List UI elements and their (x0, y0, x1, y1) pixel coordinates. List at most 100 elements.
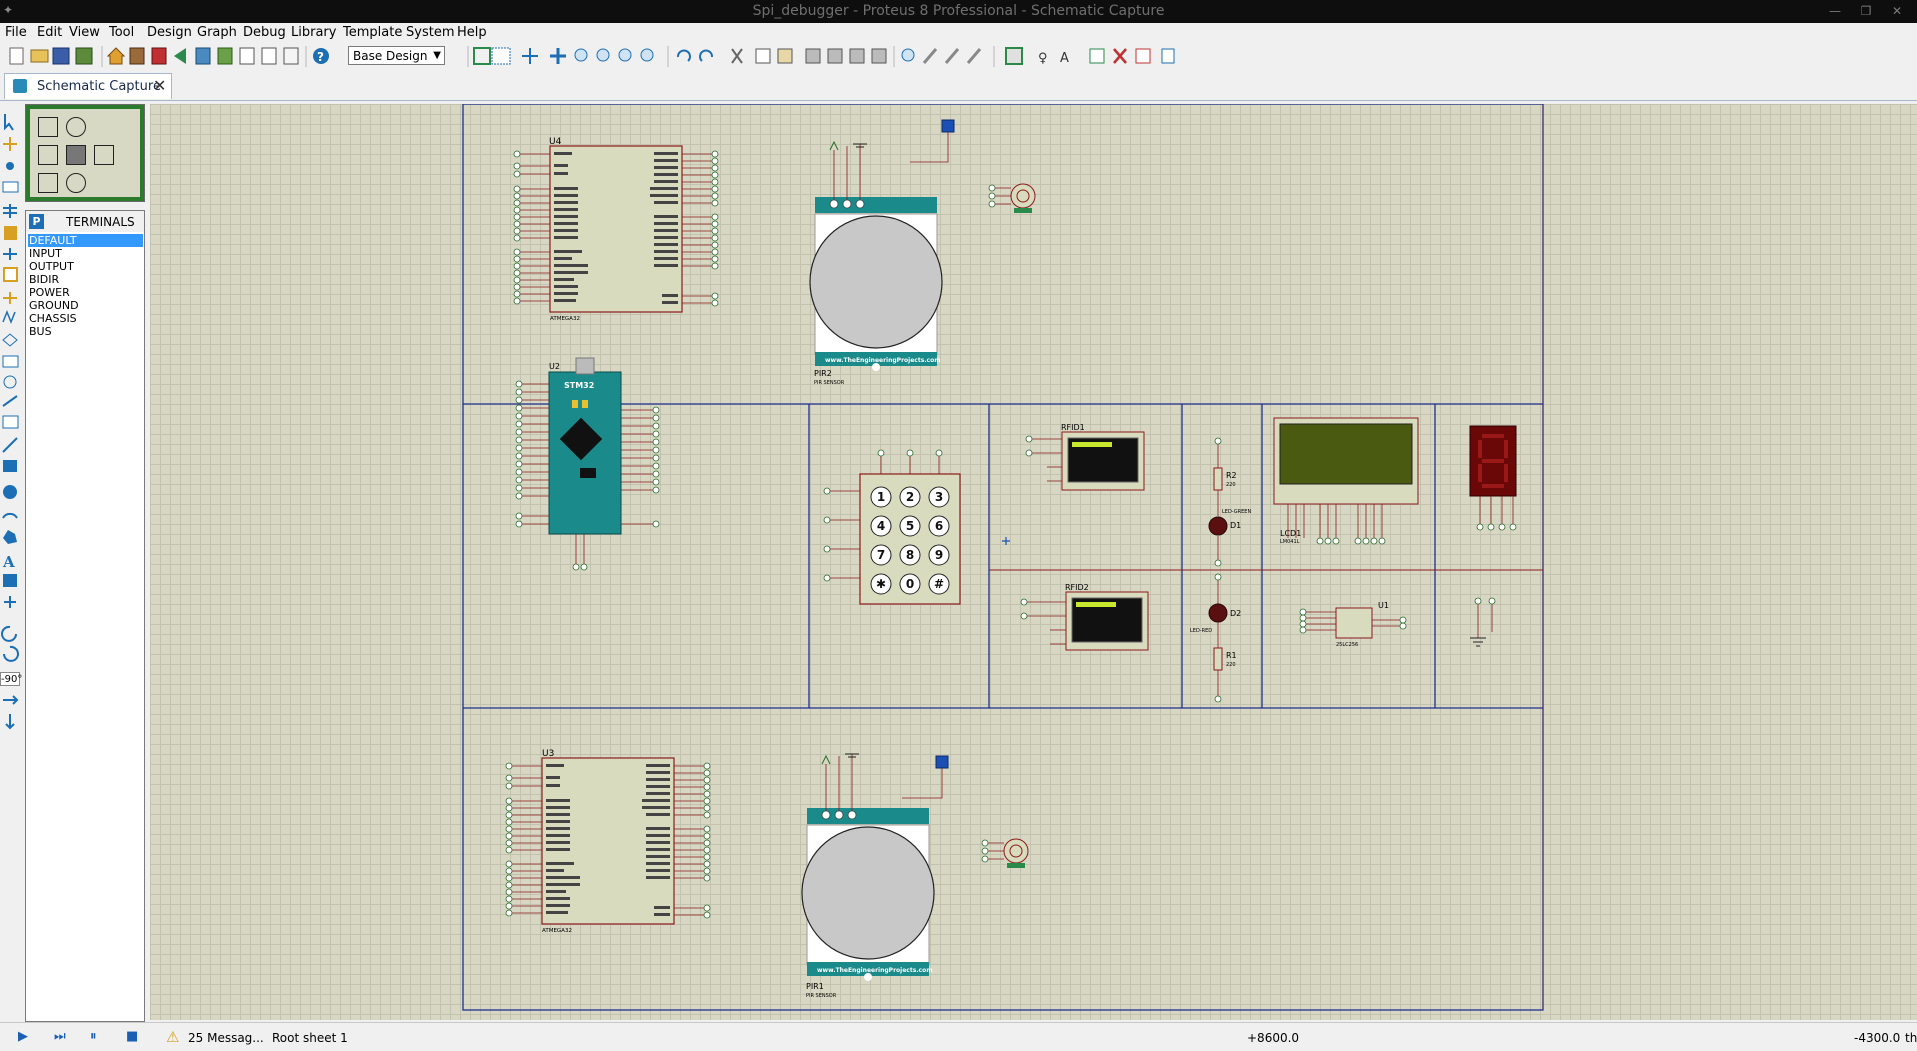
u1-eeprom[interactable]: U1 25LC256 (1299, 601, 1407, 648)
virtual-instrument-icon[interactable] (2, 415, 19, 429)
key-7[interactable]: 7 (877, 548, 885, 562)
zoom-in-icon[interactable] (574, 48, 588, 62)
path-tool-icon[interactable] (3, 530, 17, 544)
new-file-icon[interactable] (9, 47, 24, 65)
text-script-icon[interactable] (3, 204, 17, 218)
menu-library[interactable]: Library (291, 25, 336, 40)
terminal-chassis[interactable]: CHASSIS (28, 312, 143, 325)
seven-segment-display[interactable] (1469, 425, 1517, 531)
buzzer-top[interactable] (988, 183, 1036, 213)
new-sheet-icon[interactable] (1089, 48, 1105, 64)
copy-icon[interactable] (755, 48, 771, 64)
terminal-default[interactable]: DEFAULT (28, 234, 143, 247)
menu-template[interactable]: Template (343, 25, 402, 40)
menu-design[interactable]: Design (147, 25, 192, 40)
property-tool-icon[interactable]: A (1060, 51, 1069, 66)
key-hash[interactable]: # (934, 577, 944, 591)
design-explorer-icon[interactable] (1161, 48, 1175, 64)
menu-system[interactable]: System (406, 25, 454, 40)
back-icon[interactable] (174, 48, 186, 64)
menu-tool[interactable]: Tool (109, 25, 134, 40)
box-tool-icon[interactable] (3, 460, 17, 472)
zoom-out-icon[interactable] (596, 48, 610, 62)
rotation-angle-field[interactable]: -90° (0, 672, 22, 686)
menu-edit[interactable]: Edit (37, 25, 62, 40)
design-variant-select[interactable]: Base Design ▼ (348, 46, 445, 65)
key-9[interactable]: 9 (935, 548, 943, 562)
run-simulation-icon[interactable]: ▶ (18, 1029, 32, 1044)
schematic-icon[interactable] (129, 47, 145, 65)
cut-icon[interactable] (731, 48, 743, 64)
menu-debug[interactable]: Debug (243, 25, 286, 40)
d2-r1-led-red[interactable]: D2 LED-RED R1 220 (1190, 573, 1241, 703)
terminal-ground[interactable]: GROUND (28, 299, 143, 312)
maximize-button[interactable]: ❐ (1851, 0, 1881, 23)
menu-help[interactable]: Help (457, 25, 487, 40)
refresh-icon[interactable] (473, 47, 491, 65)
menu-view[interactable]: View (69, 25, 100, 40)
key-8[interactable]: 8 (906, 548, 914, 562)
rfid1-module[interactable]: RFID1 (1025, 423, 1145, 491)
graph-mode-icon[interactable] (2, 309, 16, 325)
circle-tool-icon[interactable] (3, 485, 17, 499)
gerber-icon[interactable] (217, 47, 233, 65)
subcircuit-icon[interactable] (3, 248, 17, 260)
search-tag-icon[interactable]: ♀ (1038, 51, 1048, 66)
terminal-bidir[interactable]: BIDIR (28, 273, 143, 286)
key-star[interactable]: ✱ (876, 577, 886, 591)
terminal-bus[interactable]: BUS (28, 325, 143, 338)
close-tab-icon[interactable]: ✕ (153, 76, 166, 95)
zoom-area-icon[interactable] (640, 48, 654, 62)
minimize-button[interactable]: — (1820, 0, 1850, 23)
save-file-icon[interactable] (52, 47, 70, 65)
u4-atmega32[interactable]: U4 ATMEGA32 (513, 137, 719, 322)
wire-label-icon[interactable] (2, 181, 19, 193)
schematic-canvas[interactable]: U4 ATMEGA32 www.TheEngineeringProjects.c… (150, 104, 1917, 1020)
terminal-input[interactable]: INPUT (28, 247, 143, 260)
block-move-icon[interactable] (827, 48, 843, 64)
tape-recorder-icon[interactable] (2, 333, 18, 347)
device-pins-icon[interactable] (3, 292, 17, 304)
key-0[interactable]: 0 (906, 577, 914, 591)
origin-icon[interactable] (522, 48, 538, 64)
terminal-power[interactable]: POWER (28, 286, 143, 299)
component-mode-icon[interactable] (3, 137, 17, 151)
current-probe-icon[interactable] (2, 395, 18, 407)
symbol-tool-icon[interactable] (3, 574, 17, 587)
r2-d1-led-green[interactable]: R2 220 D1 LED-GREEN (1208, 437, 1251, 567)
decompose-icon[interactable] (966, 48, 982, 64)
key-1[interactable]: 1 (877, 490, 885, 504)
rotate-ccw-icon[interactable] (3, 645, 19, 662)
bus-mode-icon[interactable] (4, 226, 17, 240)
stop-simulation-icon[interactable]: ■ (126, 1029, 140, 1044)
terminals-mode-icon[interactable] (3, 267, 18, 282)
marker-tool-icon[interactable] (4, 596, 16, 608)
key-4[interactable]: 4 (877, 519, 885, 533)
paste-icon[interactable] (777, 48, 793, 64)
undo-icon[interactable] (677, 49, 691, 62)
u3-atmega32[interactable]: U3 ATMEGA32 (505, 749, 711, 934)
mirror-y-icon[interactable] (5, 714, 15, 730)
buzzer-bottom[interactable] (981, 838, 1029, 868)
key-3[interactable]: 3 (935, 490, 943, 504)
pick-device-icon[interactable] (901, 48, 915, 62)
grid-icon[interactable] (491, 47, 511, 65)
bom-icon[interactable] (239, 47, 255, 65)
open-file-icon[interactable] (30, 49, 49, 63)
block-copy-icon[interactable] (805, 48, 821, 64)
pir2-sensor[interactable]: www.TheEngineeringProjects.com PIR2 PIR … (809, 119, 955, 386)
pause-simulation-icon[interactable]: ⏸ (90, 1029, 104, 1044)
pick-devices-button[interactable]: P (29, 214, 44, 229)
messages-count[interactable]: 25 Messag... (188, 1031, 264, 1045)
rotate-cw-icon[interactable] (1, 625, 17, 642)
menu-file[interactable]: File (5, 25, 27, 40)
lcd1-display[interactable]: LCD1 LM041L (1273, 417, 1419, 545)
pir1-sensor[interactable]: www.TheEngineeringProjects.com PIR1 PIR … (801, 753, 949, 999)
terminal-output[interactable]: OUTPUT (28, 260, 143, 273)
menu-graph[interactable]: Graph (197, 25, 237, 40)
text-tool-icon[interactable]: A (2, 553, 15, 571)
remove-sheet-icon[interactable] (1113, 48, 1127, 64)
block-delete-icon[interactable] (871, 48, 887, 64)
arc-tool-icon[interactable] (2, 512, 18, 519)
mirror-x-icon[interactable] (3, 695, 19, 705)
